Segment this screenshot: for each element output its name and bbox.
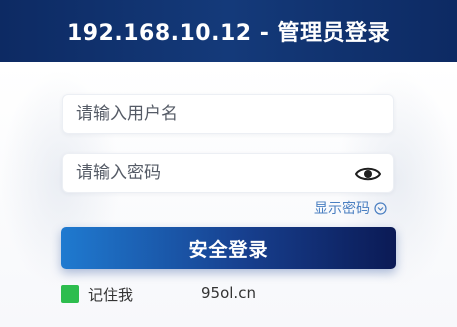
username-field[interactable] — [62, 94, 394, 134]
password-input[interactable] — [63, 154, 393, 192]
page-title: 192.168.10.12 - 管理员登录 — [66, 21, 391, 46]
watermark-text: 95ol.cn — [201, 284, 256, 302]
remember-label: 记住我 — [88, 285, 134, 304]
circle-chevron-icon — [374, 201, 387, 215]
login-header: 192.168.10.12 - 管理员登录 — [0, 0, 457, 62]
eye-icon[interactable] — [355, 164, 381, 184]
password-field[interactable] — [62, 153, 394, 193]
remember-checkbox[interactable] — [61, 285, 79, 303]
show-password-toggle[interactable]: 显示密码 — [314, 199, 387, 217]
show-password-label: 显示密码 — [314, 201, 370, 217]
username-input[interactable] — [63, 95, 393, 133]
remember-me[interactable]: 记住我 — [61, 284, 133, 304]
login-button[interactable]: 安全登录 — [61, 227, 396, 269]
